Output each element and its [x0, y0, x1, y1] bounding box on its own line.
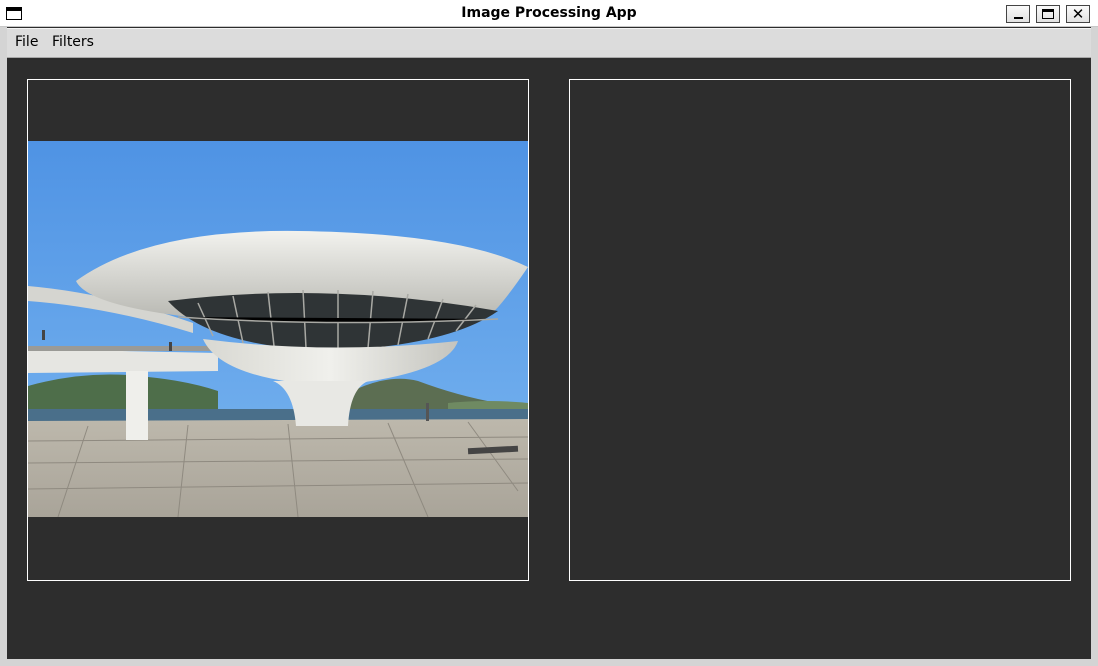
minimize-button[interactable] [1006, 5, 1030, 23]
close-icon: ✕ [1071, 4, 1085, 23]
processed-image-panel [569, 79, 1071, 581]
maximize-icon [1042, 9, 1054, 19]
menu-bar: File Filters [7, 28, 1091, 58]
maximize-button[interactable] [1036, 5, 1060, 23]
close-button[interactable]: ✕ [1066, 5, 1090, 23]
menu-filters[interactable]: Filters [52, 34, 94, 50]
minimize-icon [1013, 17, 1023, 19]
window-frame-bottom [0, 659, 1098, 666]
window-frame-left [0, 27, 7, 666]
window-frame-right [1091, 27, 1098, 666]
menu-file[interactable]: File [15, 34, 38, 50]
window-title: Image Processing App [461, 5, 637, 21]
original-image-panel [27, 79, 529, 581]
original-image [28, 141, 528, 517]
title-bar[interactable]: Image Processing App ✕ [0, 0, 1098, 27]
